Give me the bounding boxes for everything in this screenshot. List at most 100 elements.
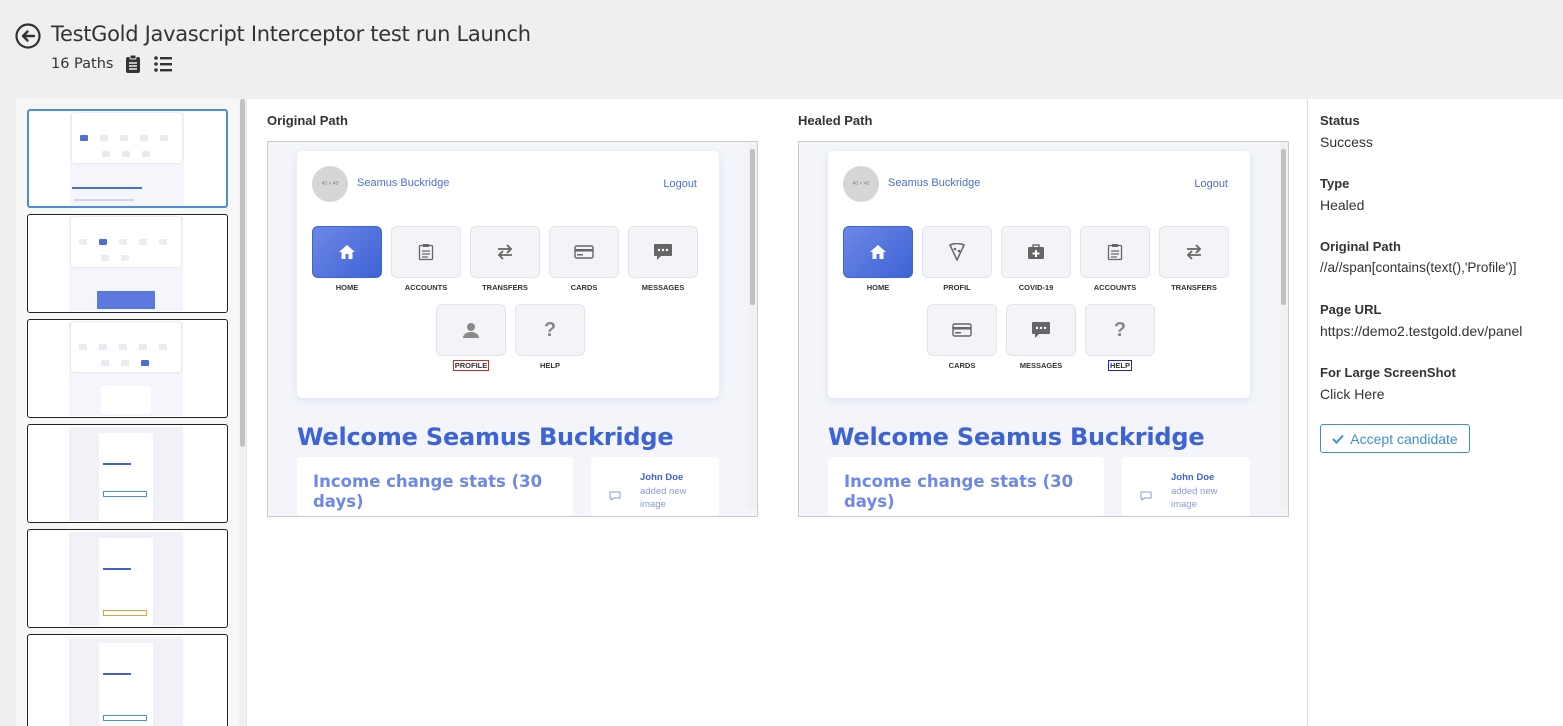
tile-profil [922, 226, 992, 278]
question-icon: ? [1113, 318, 1127, 341]
home-icon [870, 245, 886, 259]
user-name: Seamus Buckridge [888, 177, 981, 189]
notification-message: added new image [640, 486, 687, 510]
notification-name: John Doe [1171, 472, 1215, 483]
tile-label: MESSAGES [1019, 361, 1063, 370]
notification-message: added new image [1171, 486, 1218, 510]
avatar: 40 × 40 [843, 166, 879, 202]
comment-icon [609, 491, 621, 501]
credit-card-icon [574, 245, 594, 259]
tile-cards [927, 304, 997, 356]
transfer-arrows-icon [1186, 244, 1202, 260]
path-thumbnail[interactable] [27, 109, 228, 208]
paths-count: 16 Paths [51, 56, 114, 72]
path-thumbnail-list [16, 99, 247, 726]
question-icon: ? [543, 318, 557, 341]
home-icon [339, 245, 355, 259]
large-screenshot-label: For Large ScreenShot [1320, 365, 1456, 380]
path-thumbnail[interactable] [27, 424, 228, 523]
tile-label: ACCOUNTS [1093, 283, 1137, 292]
accept-candidate-label: Accept candidate [1350, 430, 1458, 447]
clipboard-icon[interactable] [123, 54, 143, 74]
original-path-detail-label: Original Path [1320, 239, 1401, 254]
tile-accounts [1080, 226, 1150, 278]
path-thumbnail[interactable] [27, 319, 228, 418]
tile-help: ? [515, 304, 585, 356]
tile-messages [628, 226, 698, 278]
comment-icon [1140, 491, 1152, 501]
income-card: Income change stats (30 days) [828, 457, 1104, 516]
original-screenshot[interactable]: 40 × 40 Seamus Buckridge Logout HOME ACC… [267, 141, 758, 517]
tile-label: MESSAGES [641, 283, 685, 292]
tile-label: HOME [866, 283, 890, 292]
tile-label: CARDS [570, 283, 598, 292]
tile-label: COVID-19 [1018, 283, 1054, 292]
list-icon[interactable] [153, 54, 173, 74]
tile-transfers [470, 226, 540, 278]
path-thumbnail[interactable] [27, 529, 228, 628]
clipboard-icon [1107, 244, 1123, 261]
app-header-card: 40 × 40 Seamus Buckridge Logout HOME PRO… [828, 151, 1250, 398]
welcome-heading: Welcome Seamus Buckridge [828, 423, 1205, 451]
tile-accounts [391, 226, 461, 278]
app-header-card: 40 × 40 Seamus Buckridge Logout HOME ACC… [297, 151, 719, 398]
accept-candidate-button[interactable]: Accept candidate [1320, 424, 1470, 453]
user-icon [463, 323, 479, 338]
tile-messages [1006, 304, 1076, 356]
screenshot-scrollbar-thumb[interactable] [750, 149, 755, 305]
tile-label-highlighted: HELP [1107, 360, 1132, 371]
notification-card: John Doe added new image [591, 457, 719, 516]
chat-bubble-icon [654, 244, 672, 260]
tile-label-highlighted: PROFILE [452, 360, 490, 371]
back-arrow-icon[interactable] [15, 23, 41, 49]
original-path-value: //a//span[contains(text(),'Profile')] [1320, 260, 1517, 275]
clipboard-icon [418, 244, 434, 261]
tile-label: ACCOUNTS [404, 283, 448, 292]
user-name: Seamus Buckridge [357, 177, 450, 189]
original-path-label: Original Path [267, 113, 348, 128]
logout-link: Logout [663, 178, 697, 190]
tile-help: ? [1085, 304, 1155, 356]
tile-home [312, 226, 382, 278]
credit-card-icon [952, 323, 972, 337]
tile-transfers [1159, 226, 1229, 278]
main-content: Original Path 40 × 40 Seamus Buckridge L… [16, 99, 1563, 726]
page-url-value: https://demo2.testgold.dev/panel [1320, 323, 1523, 339]
check-icon [1332, 434, 1345, 444]
tile-home [843, 226, 913, 278]
healed-screenshot[interactable]: 40 × 40 Seamus Buckridge Logout HOME PRO… [798, 141, 1289, 517]
notification-name: John Doe [640, 472, 684, 483]
status-label: Status [1320, 113, 1360, 128]
avatar: 40 × 40 [312, 166, 348, 202]
thumbnail-scrollbar-thumb[interactable] [240, 99, 245, 447]
page-title: TestGold Javascript Interceptor test run… [51, 22, 531, 46]
click-here-link[interactable]: Click Here [1320, 386, 1385, 402]
income-heading: Income change stats (30 days) [313, 472, 543, 511]
income-card: Income change stats (30 days) [297, 457, 573, 516]
healed-path-label: Healed Path [798, 113, 873, 128]
tile-label: TRANSFERS [1171, 283, 1217, 292]
path-thumbnail[interactable] [27, 634, 228, 726]
tile-label: CARDS [948, 361, 976, 370]
income-heading: Income change stats (30 days) [844, 472, 1074, 511]
tile-label: TRANSFERS [482, 283, 528, 292]
tile-label: HELP [539, 361, 560, 370]
welcome-heading: Welcome Seamus Buckridge [297, 423, 674, 451]
medical-kit-icon [1028, 244, 1044, 259]
tile-label: HOME [335, 283, 359, 292]
status-value: Success [1320, 134, 1373, 150]
page-url-label: Page URL [1320, 302, 1382, 317]
screenshot-scrollbar-thumb[interactable] [1281, 149, 1286, 305]
notification-card: John Doe added new image [1122, 457, 1250, 516]
tile-cards [549, 226, 619, 278]
tile-covid [1001, 226, 1071, 278]
logout-link: Logout [1194, 178, 1228, 190]
tile-profile [436, 304, 506, 356]
details-panel: Status Success Type Healed Original Path… [1307, 99, 1563, 726]
tile-label: PROFIL [943, 283, 971, 292]
pizza-icon [949, 243, 965, 261]
type-value: Healed [1320, 197, 1365, 213]
page-header: TestGold Javascript Interceptor test run… [0, 0, 1563, 99]
type-label: Type [1320, 176, 1350, 191]
path-thumbnail[interactable] [27, 214, 228, 313]
